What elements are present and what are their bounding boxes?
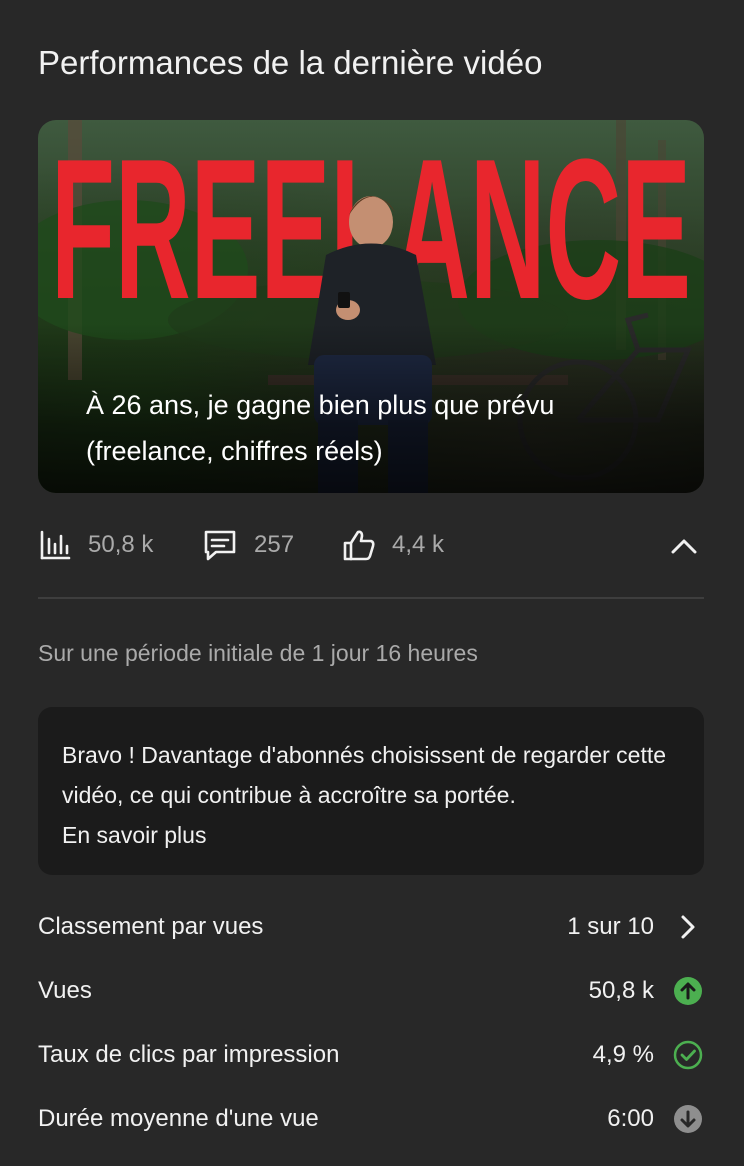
video-thumbnail[interactable]: FREELANCE À 26 ans, je gagne bi	[38, 120, 704, 493]
collapse-button[interactable]	[664, 526, 704, 566]
thumb-up-icon	[342, 528, 376, 562]
section-title: Performances de la dernière vidéo	[38, 44, 543, 81]
metric-row-views: Vues 50,8 k	[38, 971, 704, 1011]
chevron-right-icon[interactable]	[672, 911, 704, 943]
metric-value: 1 sur 10	[567, 913, 654, 940]
video-stats-row: 50,8 k 257 4,4 k	[38, 522, 704, 568]
metric-label: Durée moyenne d'une vue	[38, 1105, 319, 1132]
learn-more-link[interactable]: En savoir plus	[62, 815, 680, 855]
views-stat: 50,8 k	[38, 522, 153, 568]
chevron-up-icon	[671, 539, 697, 554]
metric-row-ctr: Taux de clics par impression 4,9 %	[38, 1035, 704, 1075]
likes-count: 4,4 k	[392, 531, 445, 558]
performance-notice: Bravo ! Davantage d'abonnés choisissent …	[38, 707, 704, 875]
metric-label: Classement par vues	[38, 913, 264, 940]
metric-row-avg-duration: Durée moyenne d'une vue 6:00	[38, 1099, 704, 1139]
metric-label: Vues	[38, 977, 92, 1004]
metric-value: 6:00	[607, 1105, 654, 1132]
views-count: 50,8 k	[88, 531, 154, 558]
comments-count: 257	[254, 531, 295, 558]
metric-row-ranking[interactable]: Classement par vues 1 sur 10	[38, 907, 704, 947]
comment-icon	[202, 528, 238, 562]
latest-video-performance-card: Performances de la dernière vidéo FREELA…	[38, 0, 704, 1166]
metric-label: Taux de clics par impression	[38, 1041, 340, 1068]
metric-value: 4,9 %	[592, 1041, 654, 1068]
check-circle-icon	[672, 1039, 704, 1071]
divider	[38, 597, 704, 599]
metric-value: 50,8 k	[588, 977, 654, 1004]
period-text: Sur une période initiale de 1 jour 16 he…	[38, 640, 478, 666]
comments-stat: 257	[202, 522, 294, 568]
arrow-up-circle-icon	[672, 975, 704, 1007]
notice-text: Bravo ! Davantage d'abonnés choisissent …	[62, 742, 667, 808]
arrow-down-circle-icon	[672, 1103, 704, 1135]
video-title: À 26 ans, je gagne bien plus que prévu (…	[86, 390, 555, 466]
likes-stat: 4,4 k	[342, 522, 444, 568]
bar-chart-icon	[38, 528, 72, 562]
